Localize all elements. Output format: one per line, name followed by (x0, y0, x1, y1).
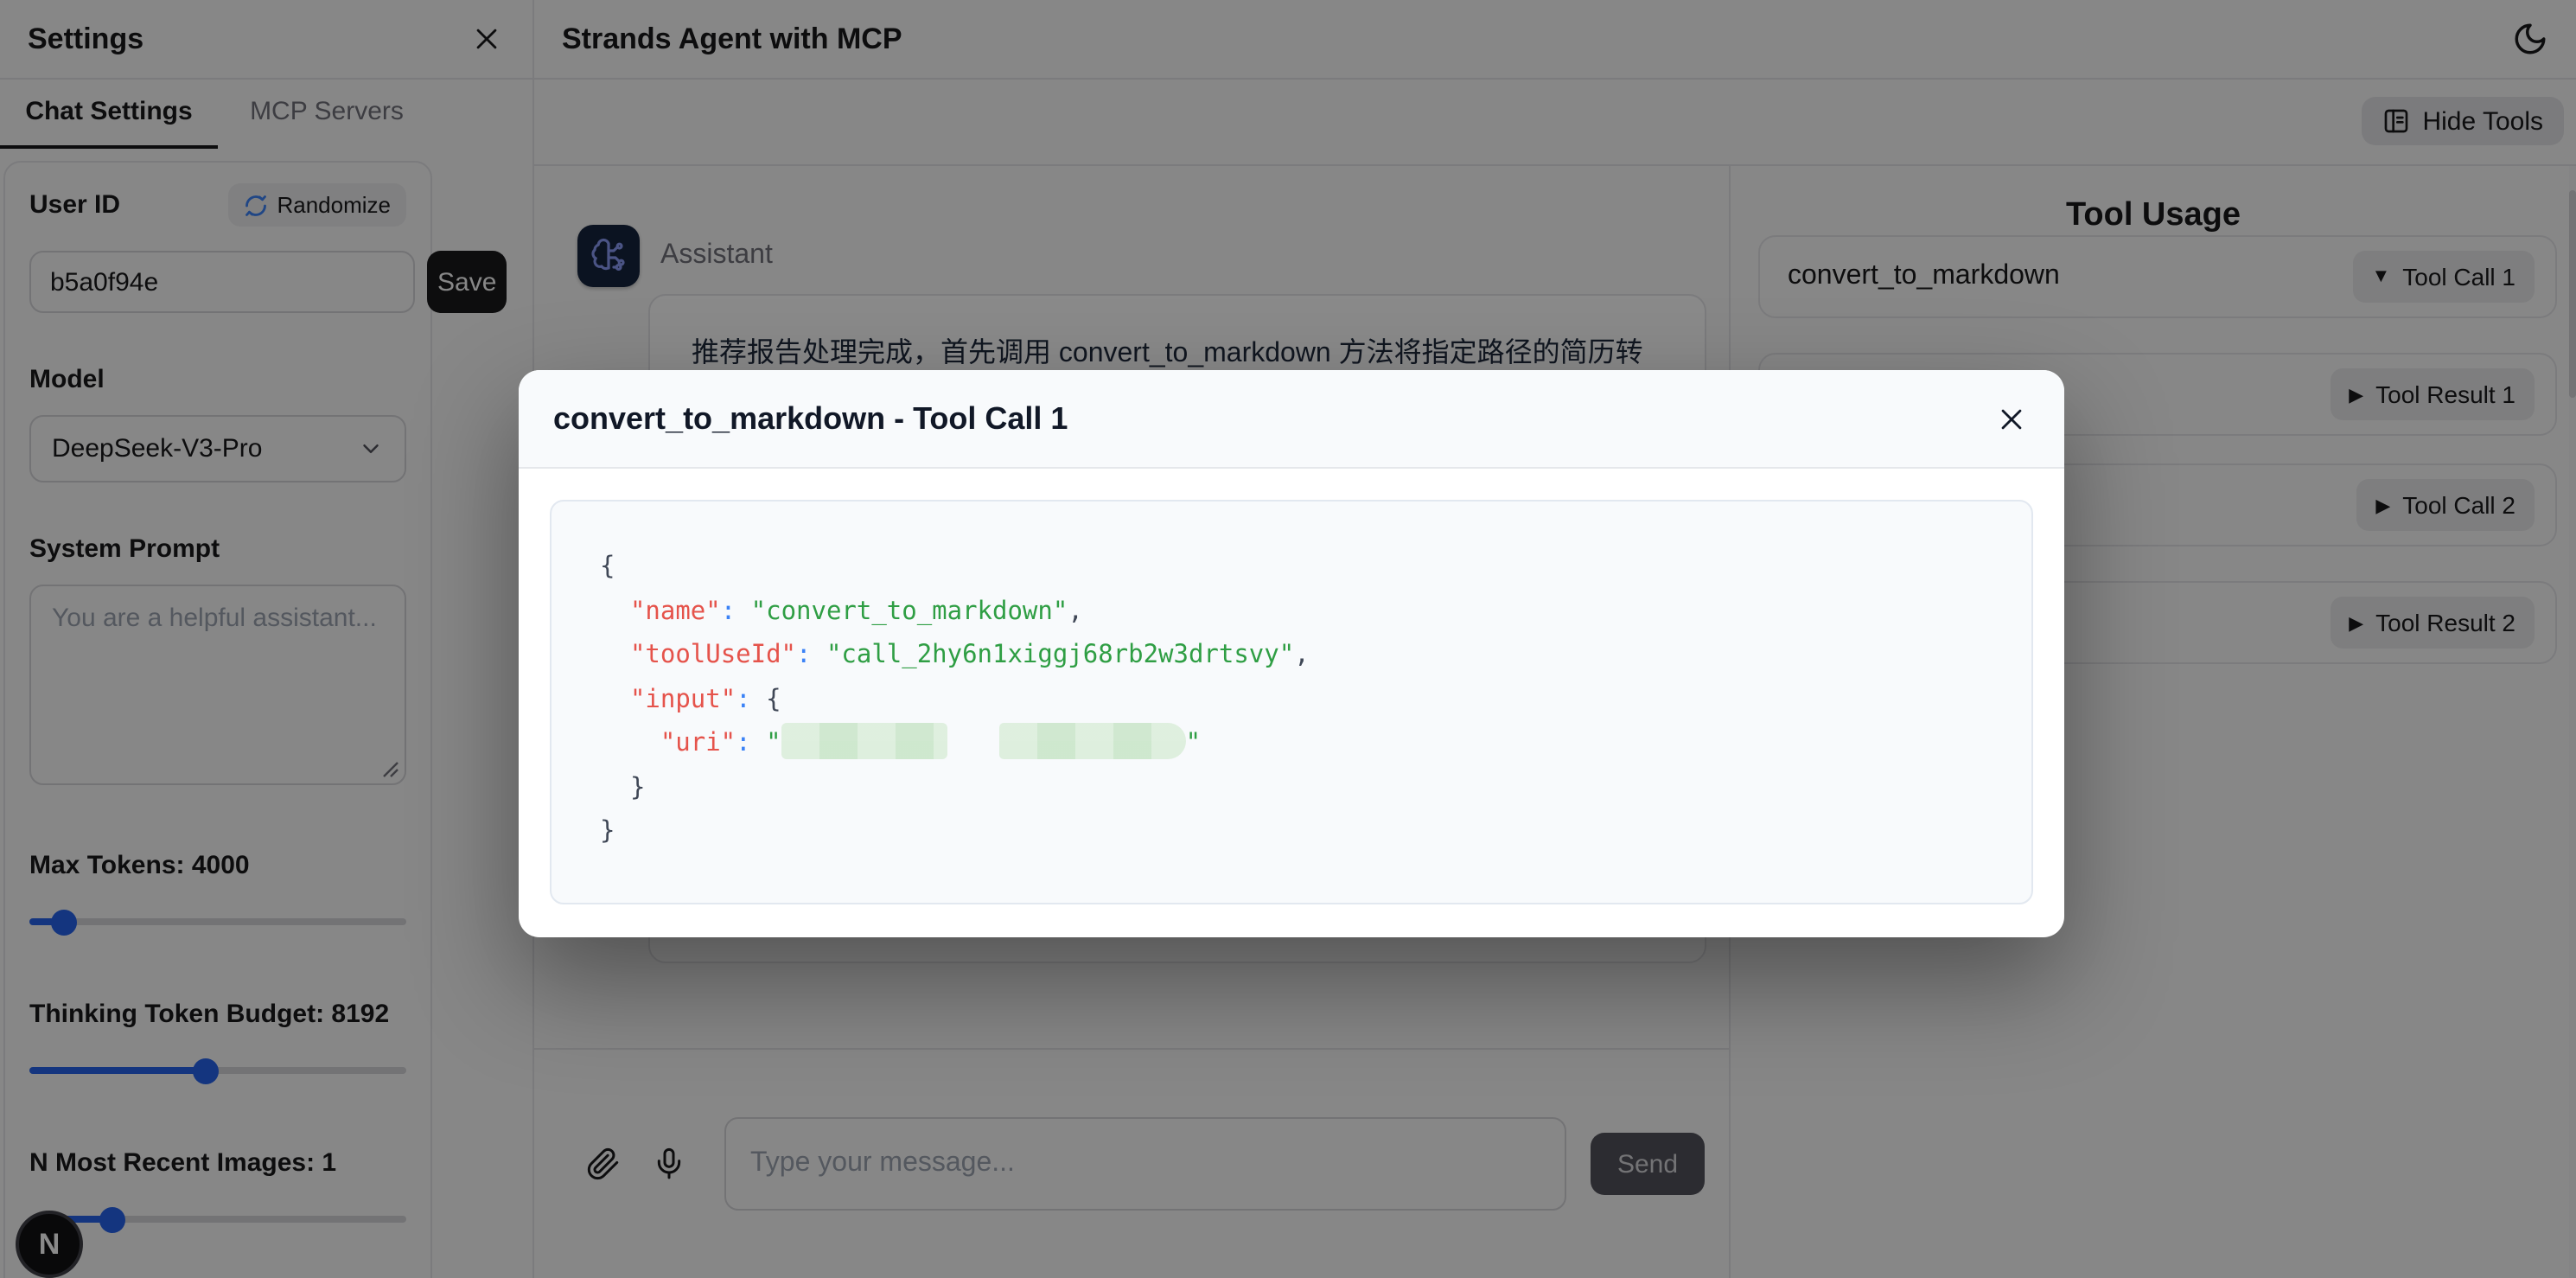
json-colon: : (720, 597, 736, 625)
redacted-uri-segment-2 (998, 723, 1186, 759)
json-comma: , (1294, 642, 1310, 669)
modal-header: convert_to_markdown - Tool Call 1 (519, 370, 2064, 469)
json-key-name: "name" (629, 597, 721, 625)
json-comma: , (1068, 597, 1083, 625)
json-uri-quote-close: " (1185, 730, 1202, 757)
modal-close-button[interactable] (1993, 400, 2030, 437)
json-uri-quote-open: " (766, 730, 781, 757)
json-brace: } (629, 774, 646, 802)
app-root: Settings Strands Agent with MCP Chat Set… (0, 0, 2576, 1278)
tool-call-json-block: { "name": "convert_to_markdown", "toolUs… (550, 500, 2033, 904)
tool-call-modal: convert_to_markdown - Tool Call 1 { "nam… (519, 370, 2064, 937)
json-colon: : (736, 686, 751, 713)
json-code: { "name": "convert_to_markdown", "toolUs… (600, 546, 1983, 855)
json-colon: : (736, 730, 751, 757)
redacted-uri-segment-1 (781, 723, 947, 759)
close-icon (1997, 404, 2026, 433)
modal-title: convert_to_markdown - Tool Call 1 (553, 400, 1068, 435)
json-brace: { (600, 553, 615, 581)
json-brace: } (600, 818, 615, 846)
json-key-input: "input" (629, 686, 736, 713)
json-brace: { (766, 686, 781, 713)
json-colon: : (796, 642, 812, 669)
json-value-name: "convert_to_markdown" (750, 597, 1068, 625)
json-value-tooluseid: "call_2hy6n1xiggj68rb2w3drtsvy" (826, 642, 1295, 669)
json-key-uri: "uri" (660, 730, 736, 757)
json-key-tooluseid: "toolUseId" (629, 642, 796, 669)
